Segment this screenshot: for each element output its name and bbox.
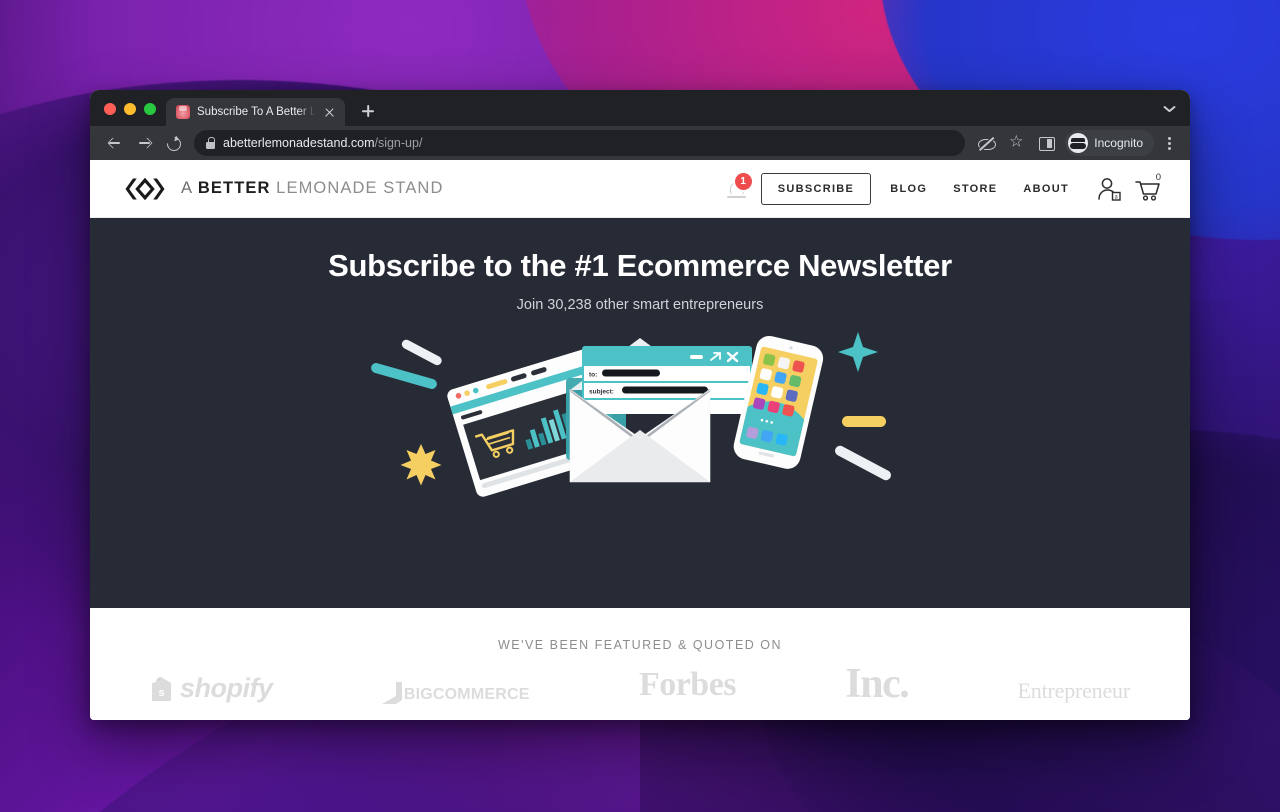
browser-tab[interactable]: Subscribe To A Better Lemonade Stand	[166, 98, 345, 126]
browser-window: Subscribe To A Better Lemonade Stand abe…	[90, 90, 1190, 720]
site-logo[interactable]: A BETTER LEMONADE STAND	[124, 176, 443, 202]
bigcommerce-mark-icon	[381, 682, 402, 704]
logo-bigcommerce: BIGCOMMERCE	[381, 682, 530, 704]
hero-section: Subscribe to the #1 Ecommerce Newsletter…	[90, 218, 1190, 608]
close-tab-icon[interactable]	[322, 105, 337, 120]
window-traffic-lights[interactable]	[102, 103, 166, 126]
svg-text:s: s	[159, 687, 165, 699]
illustration-email-to-label: to:	[589, 372, 597, 379]
logo-entrepreneur: Entrepreneur	[1017, 678, 1131, 703]
side-panel-icon[interactable]	[1033, 130, 1059, 156]
nav-link-blog[interactable]: BLOG	[877, 173, 940, 205]
reload-icon[interactable]	[160, 130, 186, 156]
address-bar-text: abetterlemonadestand.com/sign-up/	[223, 136, 422, 150]
brand-text: A BETTER LEMONADE STAND	[181, 179, 443, 198]
tab-title: Subscribe To A Better Lemonade Stand	[197, 106, 315, 118]
star-icon[interactable]	[1003, 130, 1029, 156]
notification-badge: 1	[734, 172, 752, 190]
logo-mark-icon	[125, 177, 165, 200]
site-nav: 1 SUBSCRIBE BLOG STORE ABOUT a 0	[725, 171, 1162, 205]
notifications-button[interactable]: 1	[725, 172, 752, 202]
featured-logos: s shopify BIGCOMMERCE Forbes Inc. Entrep…	[90, 652, 1190, 708]
brand-lead: A	[181, 179, 198, 197]
back-arrow-icon[interactable]	[100, 129, 128, 157]
lock-icon	[206, 137, 215, 149]
profile-incognito-button[interactable]: Incognito	[1065, 130, 1154, 156]
logo-shopify-text: shopify	[180, 673, 273, 703]
cart-count: 0	[1155, 171, 1161, 183]
site-favicon	[176, 105, 190, 119]
featured-section: WE'VE BEEN FEATURED & QUOTED ON s shopif…	[90, 608, 1190, 720]
new-tab-button[interactable]	[355, 98, 381, 124]
eye-off-icon[interactable]	[973, 130, 999, 156]
url-host: abetterlemonadestand.com	[223, 136, 375, 150]
hero-subtitle: Join 30,238 other smart entrepreneurs	[516, 297, 764, 313]
cart-button[interactable]: 0	[1134, 171, 1162, 203]
close-window-button[interactable]	[104, 103, 116, 115]
url-path: /sign-up/	[374, 136, 423, 150]
site-header: A BETTER LEMONADE STAND 1 SUBSCRIBE BLOG…	[90, 160, 1190, 218]
forward-arrow-icon[interactable]	[130, 129, 158, 157]
featured-title: WE'VE BEEN FEATURED & QUOTED ON	[497, 638, 783, 652]
brand-rest: LEMONADE STAND	[270, 179, 444, 197]
address-bar[interactable]: abetterlemonadestand.com/sign-up/	[194, 130, 966, 156]
chevron-down-icon[interactable]	[1163, 104, 1176, 117]
three-dot-menu-icon[interactable]	[1158, 130, 1180, 156]
decor-right	[835, 332, 891, 481]
toolbar-actions: Incognito	[973, 130, 1180, 156]
account-icon[interactable]: a	[1096, 176, 1122, 202]
brand-bold: BETTER	[197, 179, 271, 197]
illustration-email-subject-label: subject:	[589, 389, 614, 396]
nav-link-store[interactable]: STORE	[940, 173, 1010, 205]
subscribe-button[interactable]: SUBSCRIBE	[760, 172, 872, 205]
hero-title: Subscribe to the #1 Ecommerce Newsletter	[328, 248, 952, 283]
maximize-window-button[interactable]	[144, 103, 156, 115]
logo-shopify: s shopify	[150, 673, 273, 704]
illustration-email-window: to: subject:	[582, 346, 752, 414]
nav-link-about[interactable]: ABOUT	[1010, 173, 1082, 205]
browser-toolbar: abetterlemonadestand.com/sign-up/ Incogn…	[90, 126, 1190, 160]
minimize-window-button[interactable]	[124, 103, 136, 115]
browser-tab-strip: Subscribe To A Better Lemonade Stand	[90, 90, 1190, 126]
logo-bigcommerce-text: BIGCOMMERCE	[403, 686, 530, 703]
logo-forbes: Forbes	[638, 666, 737, 703]
logo-inc: Inc.	[845, 661, 909, 708]
shopify-bag-icon: s	[152, 676, 171, 701]
profile-label: Incognito	[1094, 136, 1143, 150]
page-viewport: A BETTER LEMONADE STAND 1 SUBSCRIBE BLOG…	[90, 160, 1190, 720]
incognito-icon	[1068, 133, 1089, 153]
newsletter-illustration: to: subject:	[371, 332, 891, 497]
decor-left	[371, 339, 442, 486]
